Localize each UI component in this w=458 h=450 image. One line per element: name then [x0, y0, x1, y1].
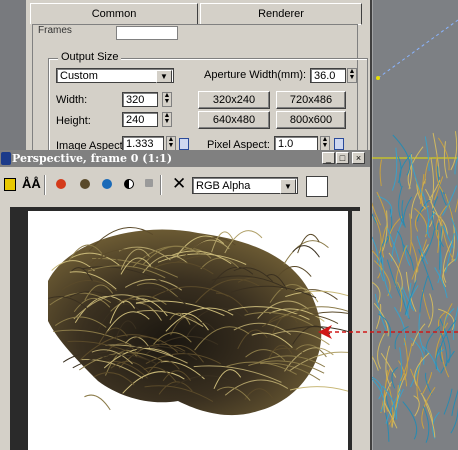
green-channel-icon[interactable]	[80, 179, 90, 189]
aperture-spinner[interactable]: ▲ ▼	[347, 68, 357, 83]
hair-strand	[283, 240, 329, 265]
hair-strand	[297, 233, 320, 254]
hair-strand	[84, 394, 111, 411]
frames-label: Frames	[38, 25, 72, 36]
save-image-icon[interactable]	[4, 178, 16, 191]
render-setup-dialog: Common Renderer Frames Output Size Custo…	[26, 0, 372, 152]
height-label: Height:	[56, 115, 91, 127]
height-spinner[interactable]: ▲ ▼	[162, 112, 172, 127]
preset-320x240-button[interactable]: 320x240	[198, 91, 270, 109]
toolbar-separator	[160, 175, 161, 195]
pixel-aspect-field[interactable]: 1.0	[274, 136, 318, 151]
pixel-aspect-spinner[interactable]: ▲ ▼	[320, 136, 330, 151]
close-button[interactable]: ×	[352, 152, 365, 164]
image-aspect-field[interactable]: 1.333	[122, 136, 164, 151]
pixel-aspect-lock-icon[interactable]	[334, 138, 344, 150]
app-icon	[1, 152, 11, 165]
preset-720x486-button[interactable]: 720x486	[276, 91, 346, 109]
annotation-arrow	[318, 325, 458, 339]
width-spinner[interactable]: ▲ ▼	[162, 92, 172, 107]
tab-bar: Common Renderer	[26, 0, 370, 25]
color-swatch[interactable]	[306, 176, 328, 197]
tab-renderer[interactable]: Renderer	[200, 3, 362, 25]
frame-buffer-window: Perspective, frame 0 (1:1) _ □ × ÅÅ ✕ RG…	[0, 150, 372, 450]
hair-strand	[289, 386, 348, 392]
chevron-down-icon: ▼	[280, 179, 296, 194]
preset-800x600-button[interactable]: 800x600	[276, 111, 346, 129]
alpha-channel-icon[interactable]	[124, 179, 134, 189]
preset-value: Custom	[60, 70, 98, 82]
width-label: Width:	[56, 94, 88, 106]
toolbar-separator	[44, 175, 45, 195]
preset-640x480-button[interactable]: 640x480	[198, 111, 270, 129]
blue-channel-icon[interactable]	[102, 179, 112, 189]
red-channel-icon[interactable]	[56, 179, 66, 189]
aperture-width-field[interactable]: 36.0	[310, 68, 346, 83]
output-size-title: Output Size	[58, 51, 122, 63]
height-field[interactable]: 240	[122, 112, 158, 127]
channel-value: RGB Alpha	[196, 180, 251, 192]
tab-common[interactable]: Common	[30, 3, 198, 24]
image-aspect-spinner[interactable]: ▲ ▼	[166, 136, 176, 151]
clone-window-icon[interactable]: ÅÅ	[22, 176, 41, 191]
title-bar[interactable]: Perspective, frame 0 (1:1) _ □ ×	[0, 150, 370, 167]
output-size-preset-dropdown[interactable]: Custom ▼	[56, 68, 174, 83]
image-aspect-lock-icon[interactable]	[179, 138, 189, 150]
maximize-button[interactable]: □	[336, 152, 349, 164]
chevron-down-icon: ▼	[156, 70, 172, 83]
aperture-width-label: Aperture Width(mm):	[204, 69, 307, 81]
clear-icon[interactable]: ✕	[172, 174, 186, 194]
frames-field[interactable]	[116, 26, 178, 40]
window-title: Perspective, frame 0 (1:1)	[12, 152, 173, 165]
width-field[interactable]: 320	[122, 92, 158, 107]
monochrome-icon[interactable]	[145, 179, 153, 187]
minimize-button[interactable]: _	[322, 152, 335, 164]
channel-dropdown[interactable]: RGB Alpha ▼	[192, 177, 298, 194]
